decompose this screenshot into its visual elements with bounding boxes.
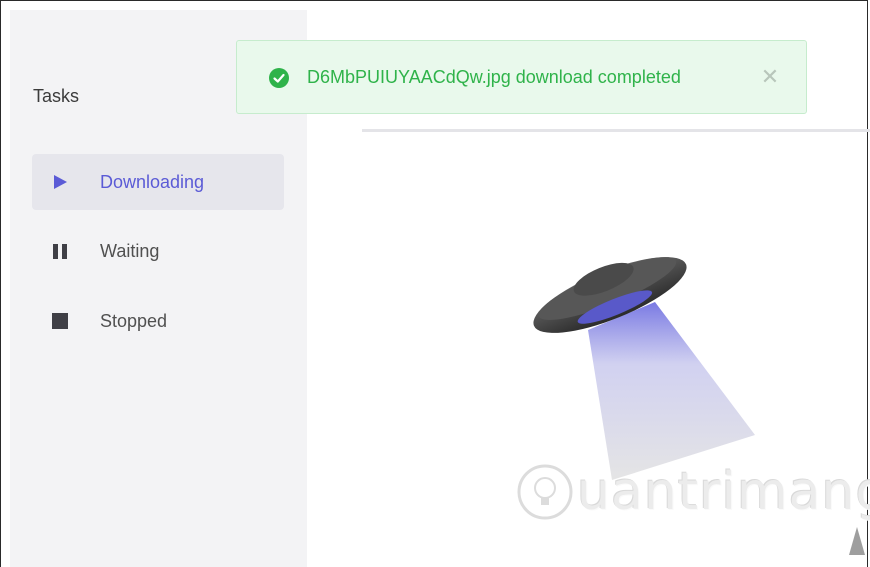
sidebar-title: Tasks xyxy=(33,86,80,106)
scroll-up-arrow[interactable] xyxy=(849,527,865,555)
notification-message: D6MbPUIUYAACdQw.jpg download completed xyxy=(307,67,681,87)
stop-icon xyxy=(52,313,68,329)
sidebar-item-label: Downloading xyxy=(100,172,205,192)
sidebar-item-waiting[interactable]: Waiting xyxy=(32,223,284,279)
watermark-text: uantrimang xyxy=(577,462,870,522)
sidebar-item-label: Waiting xyxy=(100,241,160,261)
header-divider xyxy=(362,129,870,132)
check-circle-icon xyxy=(269,68,289,88)
lightbulb-icon xyxy=(517,464,573,520)
sidebar-item-stopped[interactable]: Stopped xyxy=(32,293,284,349)
sidebar-item-downloading[interactable]: Downloading xyxy=(32,154,284,210)
sidebar-item-label: Stopped xyxy=(100,311,168,331)
download-complete-notification: D6MbPUIUYAACdQw.jpg download completed ✕ xyxy=(236,40,807,114)
pause-icon xyxy=(53,244,67,259)
play-icon xyxy=(54,175,67,189)
close-icon[interactable]: ✕ xyxy=(757,64,783,90)
watermark: uantrimang xyxy=(515,458,870,538)
